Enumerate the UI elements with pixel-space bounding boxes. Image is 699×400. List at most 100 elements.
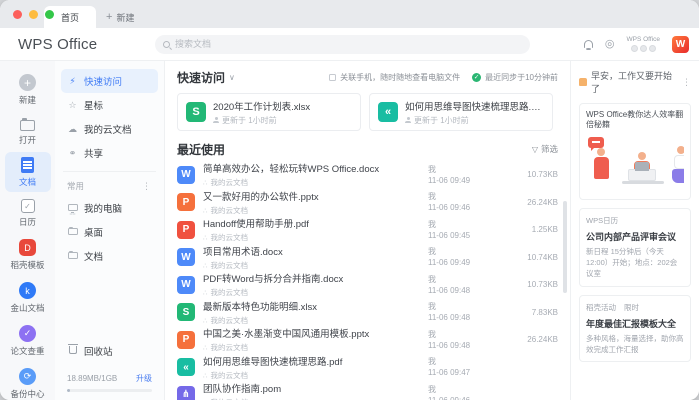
- file-name: 如何用思维导图快速梳理思路.pdf: [405, 99, 544, 113]
- nav-item-cloud-docs[interactable]: ☁ 我的云文档: [61, 117, 158, 141]
- search-input[interactable]: [175, 39, 522, 49]
- file-location: 我的云文档: [210, 177, 248, 188]
- recent-file-row[interactable]: P 中国之美·水墨渐变中国风通用模板.pptx 我的云文档 我11-06 09:…: [177, 326, 558, 354]
- promo-card[interactable]: WPS Office教你达人效率翻倍秘籍: [579, 103, 691, 200]
- file-owner: 我: [428, 301, 506, 312]
- xlsx-file-icon: S: [186, 102, 206, 122]
- member-badges: [627, 45, 660, 52]
- nav-item-shared[interactable]: ⚭ 共享: [61, 141, 158, 165]
- sync-status-banner[interactable]: ✓ 最近同步于10分钟前: [472, 72, 558, 83]
- file-size: 10.73KB: [506, 280, 558, 289]
- notification-bell-icon[interactable]: [584, 40, 593, 48]
- laptop-icon: [628, 169, 656, 181]
- file-owner: 我: [428, 164, 506, 175]
- calendar-card[interactable]: WPS日历 公司内部产品评审会议 新日程 15分钟后（今天12:00）开始；地点…: [579, 208, 691, 287]
- file-name: Handoff使用帮助手册.pdf: [203, 216, 428, 230]
- file-size: 1.25KB: [506, 225, 558, 234]
- cloud-location-icon: [203, 233, 207, 242]
- file-date: 11-06 09:46: [428, 202, 506, 213]
- file-owner: 我: [428, 274, 506, 285]
- recent-file-row[interactable]: ⋔ 团队协作指南.pom 我的云文档 我11-06 09:46: [177, 381, 558, 400]
- shared-pdf-icon: «: [177, 358, 195, 376]
- link-phone-banner[interactable]: 关联手机，随时随地查看电脑文件: [329, 72, 460, 83]
- more-icon[interactable]: ⋮: [682, 77, 691, 88]
- sidebar-item-docer-templates[interactable]: D 稻壳模板: [5, 234, 51, 275]
- sidebar-item-documents[interactable]: 文档: [5, 152, 51, 192]
- file-name: 简单高效办公，轻松玩转WPS Office.docx: [203, 161, 428, 175]
- desktop-folder-icon: [68, 228, 78, 235]
- minimize-button[interactable]: [29, 10, 38, 19]
- file-date: 11-06 09:47: [428, 367, 506, 378]
- nav-item-desktop[interactable]: 桌面: [61, 220, 158, 244]
- sidebar-item-open[interactable]: 打开: [5, 112, 51, 150]
- file-location: 我的云文档: [210, 370, 248, 381]
- titlebar: 首页 + 新建: [0, 0, 699, 28]
- sidebar-item-calendar[interactable]: ✓ 日历: [5, 194, 51, 232]
- more-icon[interactable]: ⋮: [142, 181, 152, 192]
- cloud-location-icon: [203, 261, 207, 270]
- sidebar-item-kingsoft-docs[interactable]: k 金山文档: [5, 277, 51, 318]
- quick-access-title[interactable]: 快速访问 ∨: [177, 69, 235, 86]
- file-location: 我的云文档: [210, 315, 248, 326]
- search-bar[interactable]: [155, 35, 530, 54]
- traffic-lights: [13, 10, 54, 19]
- storage-usage: 18.89MB/1GB: [67, 374, 117, 383]
- recent-file-row[interactable]: W PDF转Word与拆分合并指南.docx 我的云文档 我11-06 09:4…: [177, 271, 558, 299]
- template-pack-title: 年度最佳汇报模板大全: [586, 317, 684, 330]
- cloud-location-icon: [203, 343, 207, 352]
- recent-file-row[interactable]: « 如何用思维导图快速梳理思路.pdf 我的云文档 我11-06 09:47: [177, 354, 558, 382]
- recent-file-row[interactable]: W 简单高效办公，轻松玩转WPS Office.docx 我的云文档 我11-0…: [177, 161, 558, 189]
- file-date: 11-06 09:49: [428, 175, 506, 186]
- quick-access-card[interactable]: « 如何用思维导图快速梳理思路.pdf 更新于 1小时前: [369, 93, 553, 131]
- wps-logo[interactable]: W: [672, 36, 689, 53]
- header-actions: ◎ WPS Office W: [530, 36, 689, 53]
- file-location: 我的云文档: [210, 342, 248, 353]
- docer-promo-card[interactable]: 稻壳活动 限时 年度最佳汇报模板大全 多种风格，海量选择，助你高效完成工作汇报: [579, 295, 691, 363]
- recent-file-row[interactable]: P 又一款好用的办公软件.pptx 我的云文档 我11-06 09:46 26.…: [177, 189, 558, 217]
- recent-file-row[interactable]: W 项目常用术语.docx 我的云文档 我11-06 09:49 10.74KB: [177, 244, 558, 272]
- shared-pdf-icon: «: [378, 102, 398, 122]
- right-panel: 早安，工作又要开始了 ⋮ WPS Office教你达人效率翻倍秘籍: [570, 61, 699, 400]
- upgrade-link[interactable]: 升级: [136, 373, 152, 384]
- document-icon: [21, 157, 34, 173]
- cloud-icon: ☁: [67, 124, 78, 135]
- badge-icon: [631, 45, 638, 52]
- nav-item-documents-folder[interactable]: 文档: [61, 244, 158, 268]
- file-name: 又一款好用的办公软件.pptx: [203, 189, 428, 203]
- filter-button[interactable]: ▽ 筛选: [225, 143, 558, 155]
- recent-file-row[interactable]: S 最新版本特色功能明细.xlsx 我的云文档 我11-06 09:48 7.8…: [177, 299, 558, 327]
- file-date: 11-06 09:45: [428, 230, 506, 241]
- account-widget[interactable]: WPS Office: [627, 36, 660, 52]
- scrollbar[interactable]: [563, 201, 567, 293]
- file-date: 11-06 09:46: [428, 395, 506, 400]
- divider: [63, 171, 156, 172]
- quick-access-cards: S 2020年工作计划表.xlsx 更新于 1小时前 « 如何用思维导图快速梳理…: [177, 93, 558, 131]
- mindmap-file-icon: ⋔: [177, 386, 195, 400]
- sidebar-item-paper-check[interactable]: ✓ 论文查重: [5, 320, 51, 361]
- trash-icon: [69, 346, 77, 354]
- storage-progress-bar: [67, 389, 152, 392]
- sidebar-item-new[interactable]: + 新建: [5, 69, 51, 110]
- star-icon: ☆: [67, 100, 78, 111]
- app-title: WPS Office: [18, 36, 155, 53]
- folder-open-icon: [20, 120, 35, 131]
- zoom-button[interactable]: [45, 10, 54, 19]
- paper-check-icon: ✓: [19, 325, 36, 342]
- nav-item-trash[interactable]: 回收站: [61, 339, 158, 363]
- nav-item-starred[interactable]: ☆ 星标: [61, 93, 158, 117]
- gear-icon[interactable]: ◎: [605, 39, 615, 50]
- docx-file-icon: W: [177, 276, 195, 294]
- sidebar-item-backup-center[interactable]: ⟳ 备份中心: [5, 363, 51, 400]
- quick-access-card[interactable]: S 2020年工作计划表.xlsx 更新于 1小时前: [177, 93, 361, 131]
- recent-file-row[interactable]: P Handoff使用帮助手册.pdf 我的云文档 我11-06 09:45 1…: [177, 216, 558, 244]
- docer-card-label: 稻壳活动: [586, 302, 616, 313]
- close-button[interactable]: [13, 10, 22, 19]
- backup-icon: ⟳: [19, 368, 36, 385]
- nav-item-my-computer[interactable]: 我的电脑: [61, 196, 158, 220]
- file-owner: 我: [428, 246, 506, 257]
- checkbox[interactable]: [329, 74, 336, 81]
- nav-item-quick-access[interactable]: ⚡ 快速访问: [61, 69, 158, 93]
- sync-check-icon: ✓: [472, 73, 481, 82]
- share-people-icon: ⚭: [67, 148, 78, 159]
- new-tab-button[interactable]: + 新建: [96, 6, 144, 28]
